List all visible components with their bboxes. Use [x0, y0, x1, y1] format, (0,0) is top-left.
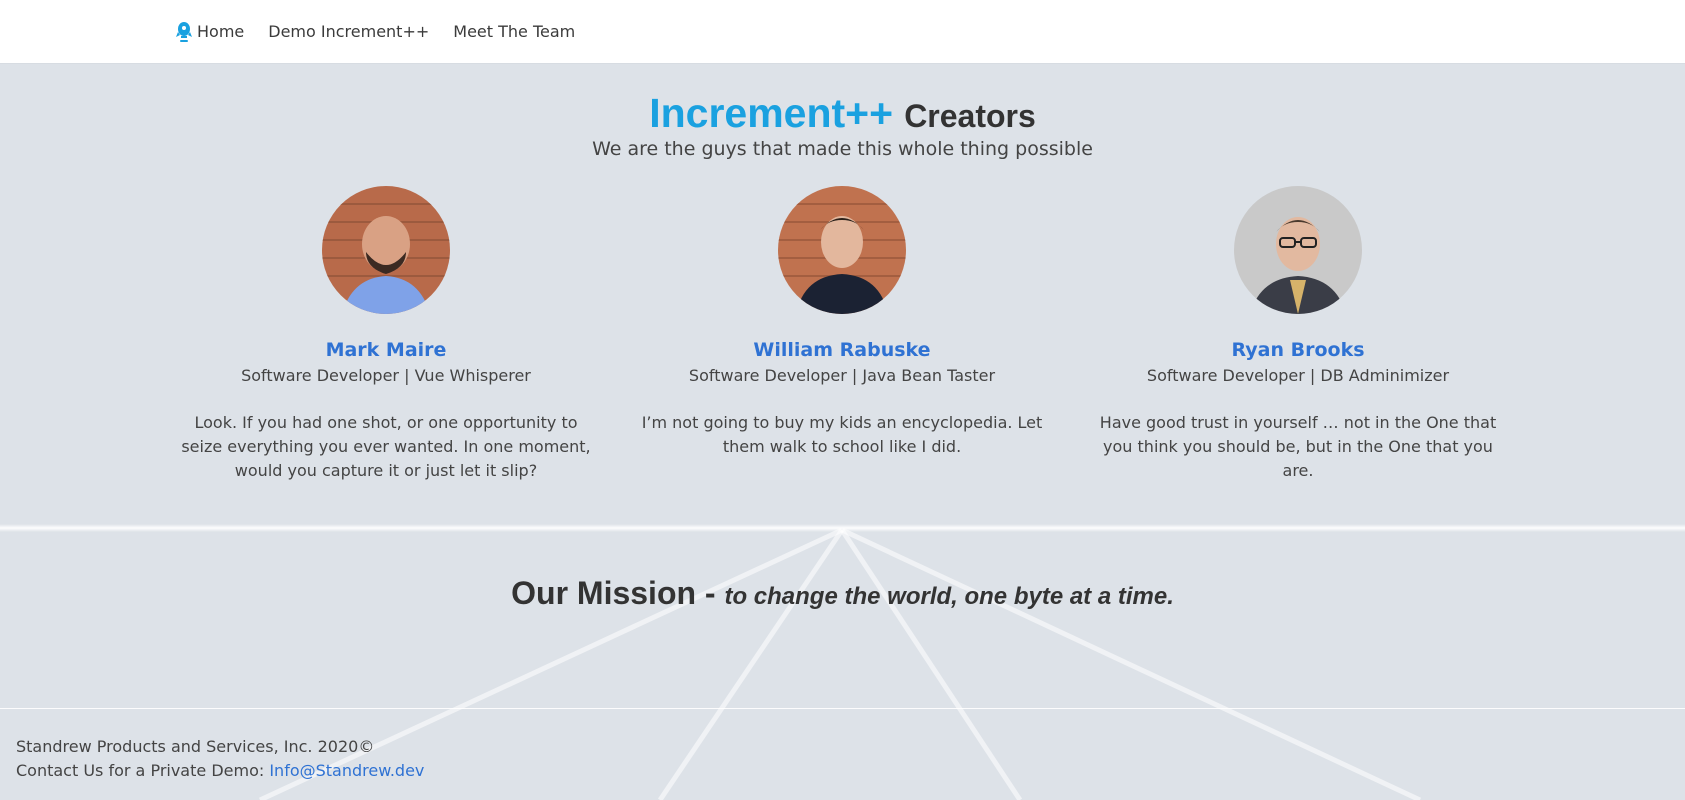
team-member-card: Ryan Brooks Software Developer | DB Admi… [1070, 186, 1526, 483]
top-navbar: Home Demo Increment++ Meet The Team [0, 0, 1685, 64]
nav-team-label: Meet The Team [453, 22, 576, 41]
member-name: Ryan Brooks [1231, 339, 1365, 361]
avatar-photo [1234, 186, 1362, 314]
nav-demo-link[interactable]: Demo Increment++ [268, 22, 429, 41]
section-divider [0, 524, 1685, 532]
member-name: Mark Maire [325, 339, 447, 361]
team-member-card: William Rabuske Software Developer | Jav… [614, 186, 1070, 483]
footer-contact-label: Contact Us for a Private Demo: [16, 761, 270, 780]
rocket-logo-icon [176, 21, 192, 42]
footer-contact: Contact Us for a Private Demo: Info@Stan… [16, 759, 424, 783]
nav-demo-label: Demo Increment++ [268, 22, 430, 41]
page-title: Increment++ Creators [0, 90, 1685, 137]
mission-text: to change the world, one byte at a time. [724, 583, 1174, 610]
title-accent: Increment++ [649, 90, 894, 136]
member-name: William Rabuske [753, 339, 931, 361]
title-rest: Creators [904, 98, 1036, 134]
member-role: Software Developer | Java Bean Taster [688, 366, 996, 385]
nav-home-link[interactable]: Home [176, 21, 244, 43]
page-footer: Standrew Products and Services, Inc. 202… [16, 735, 424, 783]
mission-statement: Our Mission - to change the world, one b… [0, 575, 1685, 612]
member-quote: Look. If you had one shot, or one opport… [181, 413, 591, 480]
member-role: Software Developer | Vue Whisperer [241, 366, 531, 385]
member-quote: I’m not going to buy my kids an encyclop… [641, 413, 1043, 456]
team-section: Mark Maire Software Developer | Vue Whis… [158, 186, 1528, 483]
footer-divider [0, 708, 1685, 709]
mission-label: Our Mission - [511, 575, 725, 611]
avatar-photo [778, 186, 906, 314]
footer-copyright: Standrew Products and Services, Inc. 202… [16, 737, 375, 756]
team-member-card: Mark Maire Software Developer | Vue Whis… [158, 186, 614, 483]
page-subtitle: We are the guys that made this whole thi… [592, 138, 1093, 160]
member-role: Software Developer | DB Adminimizer [1146, 366, 1450, 385]
nav-team-link[interactable]: Meet The Team [453, 22, 575, 41]
avatar-photo [322, 186, 450, 314]
contact-email-link[interactable]: Info@Standrew.dev [269, 761, 424, 780]
nav-home-label: Home [197, 22, 245, 41]
member-quote: Have good trust in yourself … not in the… [1099, 413, 1497, 480]
